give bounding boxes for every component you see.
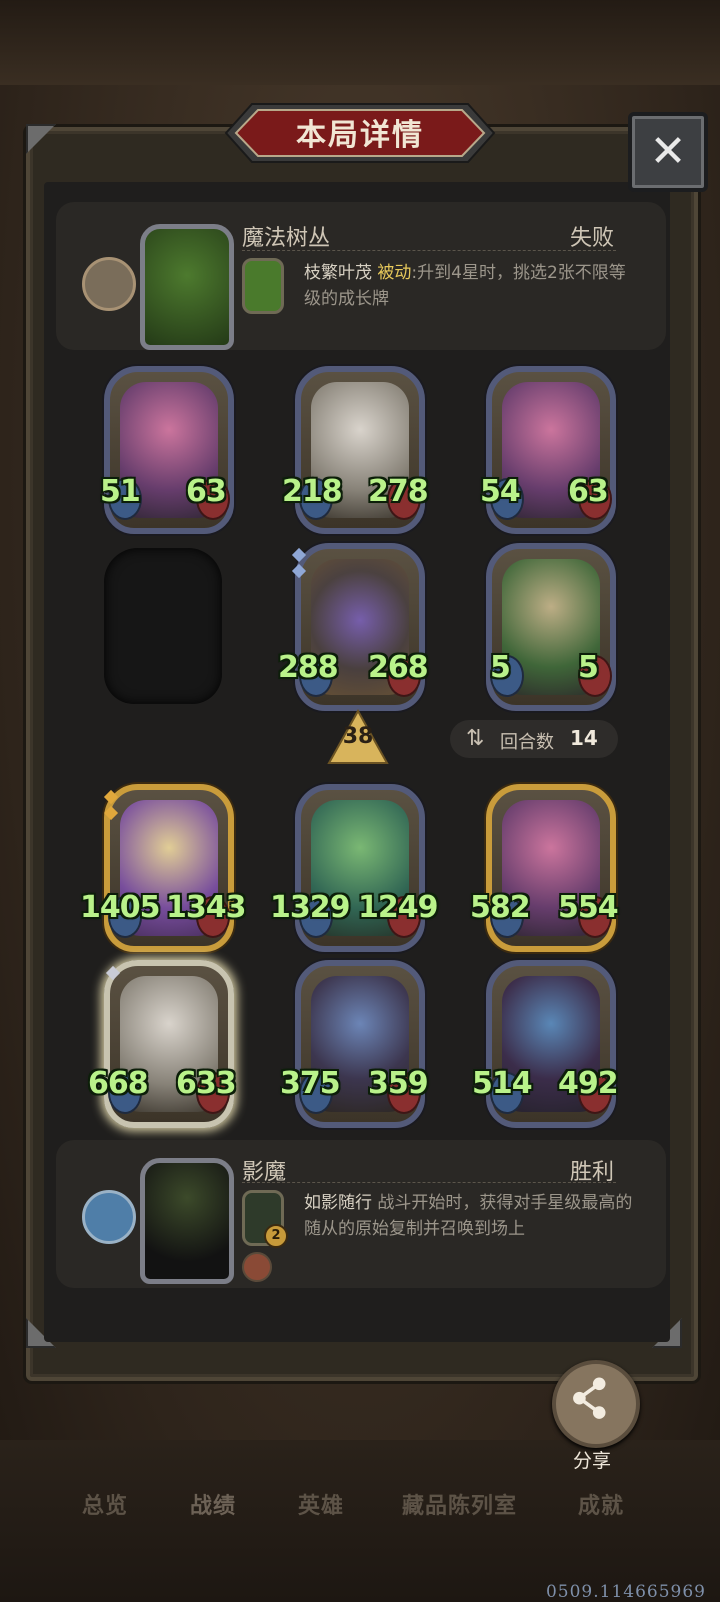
attack-value: 51 [100,474,141,509]
opponent-hero-portrait[interactable] [140,224,234,350]
health-value: 268 [368,650,429,685]
attack-value: 1405 [80,890,160,925]
opponent-result: 失败 [570,226,615,251]
player-skill-name: 如影随行 [304,1193,372,1213]
health-value: 492 [558,1066,619,1101]
nav-records[interactable]: 战绩 [190,1488,236,1520]
minion-card[interactable] [104,960,234,1128]
share-button[interactable] [552,1360,640,1448]
player-skill-desc: 如影随行 战斗开始时，获得对手星级最高的随从的原始复制并召唤到场上 [304,1190,634,1242]
rounds-label: 回合数 [500,732,554,753]
nav-heroes[interactable]: 英雄 [298,1488,344,1520]
opponent-skill-name: 枝繁叶茂 [304,263,372,283]
buff-icon [242,1252,272,1282]
minion-card[interactable] [295,543,425,711]
attack-value: 288 [278,650,339,685]
health-value: 359 [368,1066,429,1101]
hero-power-icon[interactable] [242,258,284,314]
rounds-value: 14 [570,726,598,750]
health-value: 554 [558,890,619,925]
opponent-skill-type: 被动 [377,263,412,283]
minion-card[interactable] [295,960,425,1128]
player-hero-portrait[interactable] [140,1158,234,1284]
attack-value: 668 [88,1066,149,1101]
minion-card[interactable] [486,543,616,711]
top-backdrop [0,0,720,85]
close-icon: ✕ [649,126,687,177]
nav-overview[interactable]: 总览 [82,1488,128,1520]
attack-value: 514 [472,1066,533,1101]
opponent-trinket-icon [82,257,136,311]
opponent-skill-desc: 枝繁叶茂 被动:升到4星时，挑选2张不限等级的成长牌 [304,260,634,312]
info-divider [242,250,616,252]
health-value: 278 [368,474,429,509]
opponent-hero-name: 魔法树丛 [242,226,331,251]
damage-value: 38 [342,724,374,749]
level-badge: 2 [264,1224,288,1248]
health-value: 1343 [166,890,246,925]
minion-card[interactable] [104,784,234,952]
health-value: 63 [568,474,609,509]
nav-collection[interactable]: 藏品陈列室 [402,1488,517,1520]
attack-value: 54 [480,474,521,509]
share-icon [573,1377,606,1419]
minion-card[interactable] [486,960,616,1128]
info-divider [242,1182,616,1184]
minion-card[interactable] [295,784,425,952]
health-value: 63 [186,474,227,509]
close-button[interactable]: ✕ [628,112,708,192]
empty-slot [104,548,222,704]
share-label: 分享 [572,1450,611,1472]
health-value: 633 [176,1066,237,1101]
swap-icon: ⇅ [466,726,485,751]
health-value: 5 [578,650,599,685]
attack-value: 1329 [270,890,350,925]
attack-value: 218 [282,474,343,509]
attack-value: 5 [490,650,511,685]
page-title: 本局详情 [296,118,424,153]
player-trinket-icon [82,1190,136,1244]
attack-value: 582 [470,890,531,925]
attack-value: 375 [280,1066,341,1101]
watermark: 0509.114665969 [545,1582,706,1602]
minion-card[interactable] [486,784,616,952]
health-value: 1249 [358,890,438,925]
nav-achievements[interactable]: 成就 [578,1488,624,1520]
